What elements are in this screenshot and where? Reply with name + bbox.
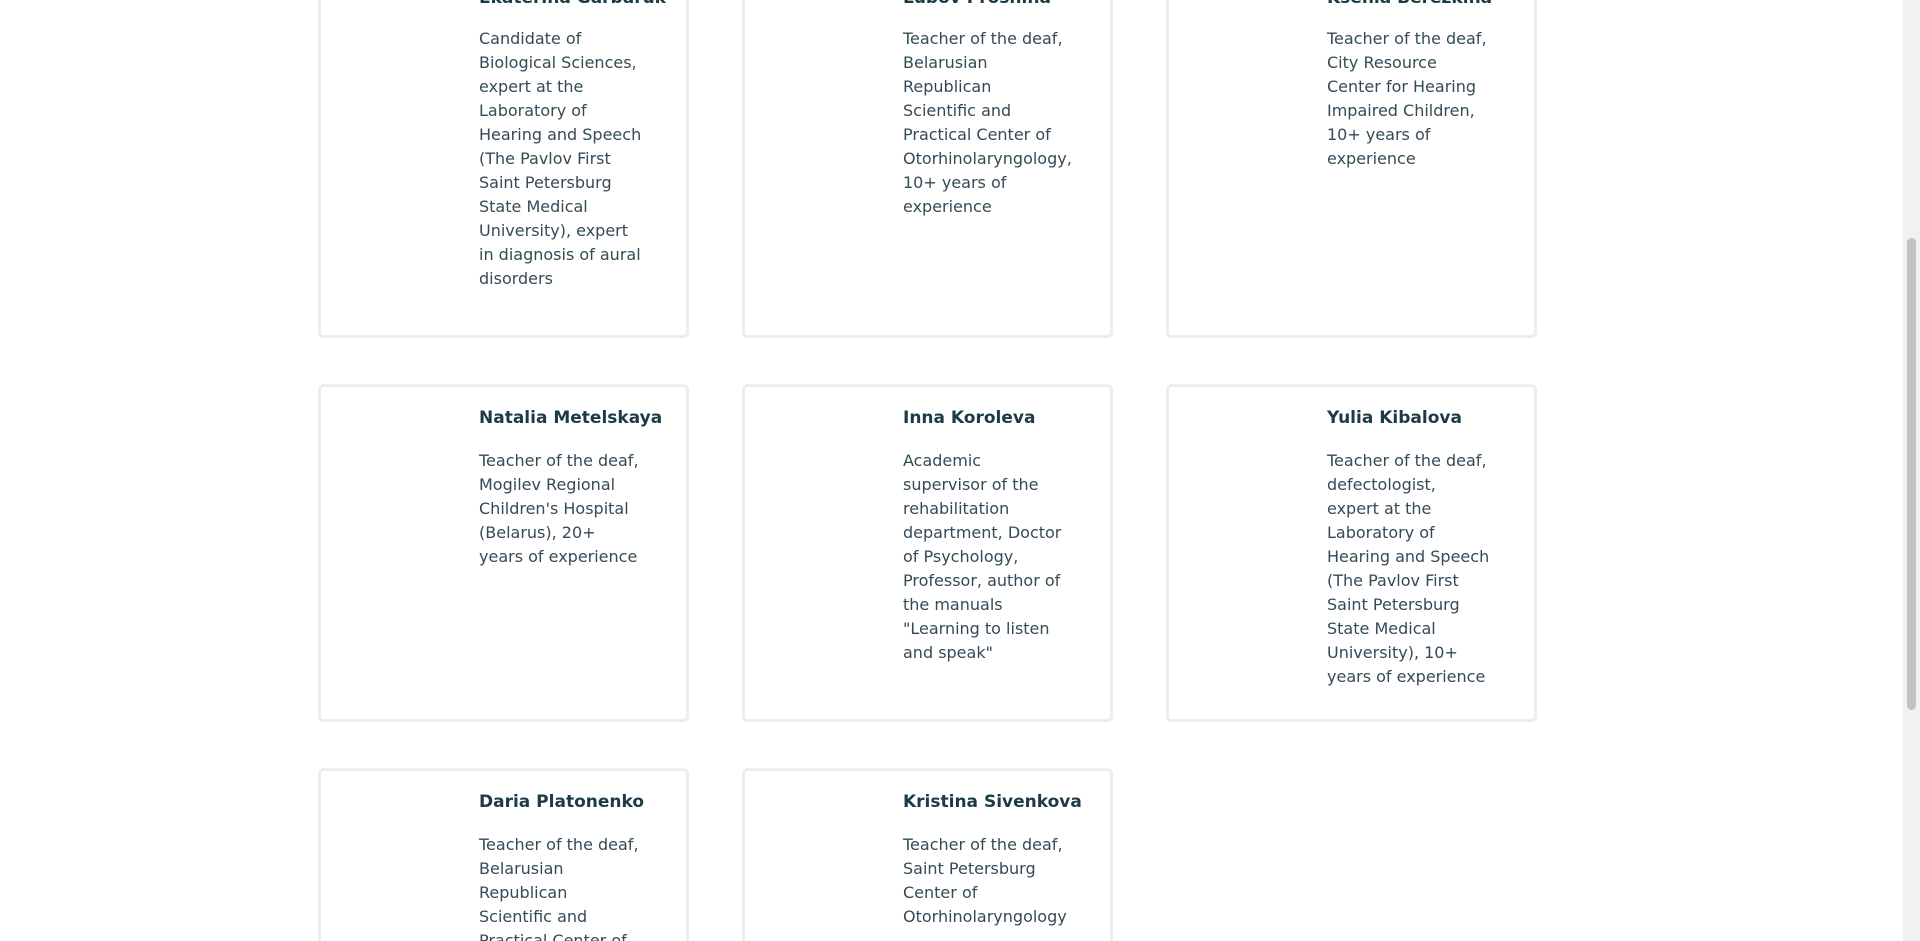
team-member-card: Yulia Kibalova Teacher of the deaf, defe…: [1166, 384, 1537, 722]
member-description: Teacher of the deaf, Saint Petersburg Ce…: [903, 835, 1067, 926]
member-photo: [763, 0, 888, 112]
member-description: Candidate of Biological Sciences, expert…: [479, 29, 642, 288]
member-name: Daria Platonenko: [479, 792, 645, 812]
member-photo: [339, 411, 464, 536]
member-photo: [763, 795, 888, 920]
member-photo: [339, 0, 464, 112]
member-name: Inna Koroleva: [903, 408, 1036, 428]
page-scrollbar[interactable]: [1903, 0, 1920, 941]
member-photo: [763, 411, 888, 536]
member-photo: [1187, 0, 1312, 112]
scrollbar-thumb[interactable]: [1907, 238, 1916, 710]
team-member-card: Kristina Sivenkova Teacher of the deaf, …: [742, 768, 1113, 941]
team-member-card: Ekaterina Garbaruk Candidate of Biologic…: [318, 0, 689, 338]
team-member-card: Daria Platonenko Teacher of the deaf, Be…: [318, 768, 689, 941]
member-description: Teacher of the deaf, Mogilev Regional Ch…: [479, 451, 639, 566]
team-member-card: Inna Koroleva Academic supervisor of the…: [742, 384, 1113, 722]
member-description: Academic supervisor of the rehabilitatio…: [903, 451, 1062, 662]
member-name: Kristina Sivenkova: [903, 792, 1082, 812]
member-description: Teacher of the deaf, defectologist, expe…: [1327, 451, 1490, 686]
team-member-card: Natalia Metelskaya Teacher of the deaf, …: [318, 384, 689, 722]
member-photo: [339, 795, 464, 920]
member-description: Teacher of the deaf, Belarusian Republic…: [903, 29, 1072, 216]
member-photo: [1187, 411, 1312, 536]
member-name: Yulia Kibalova: [1327, 408, 1462, 428]
member-description: Teacher of the deaf, City Resource Cente…: [1327, 29, 1487, 168]
member-description: Teacher of the deaf, Belarusian Republic…: [479, 835, 639, 941]
member-name: Ksenia Berezkina: [1327, 0, 1527, 8]
team-member-card: Lubov Proshina Teacher of the deaf, Bela…: [742, 0, 1113, 338]
member-name: Ekaterina Garbaruk: [479, 0, 679, 8]
team-member-card: Ksenia Berezkina Teacher of the deaf, Ci…: [1166, 0, 1537, 338]
member-name: Natalia Metelskaya: [479, 408, 663, 428]
member-name: Lubov Proshina: [903, 0, 1103, 8]
